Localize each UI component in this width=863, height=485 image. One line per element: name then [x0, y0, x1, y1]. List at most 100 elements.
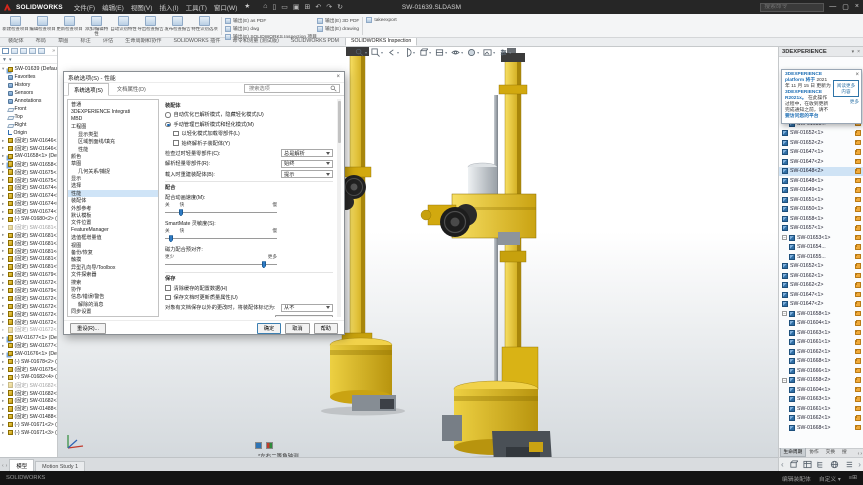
component-row[interactable]: SW-01663<1> [779, 328, 863, 338]
expand-icon[interactable]: ▸ [2, 422, 6, 428]
slider-track[interactable] [165, 208, 277, 217]
menu-item[interactable]: 视图(V) [131, 2, 153, 12]
quick-access-icon[interactable]: ⌂ [263, 3, 267, 11]
section-view-icon[interactable] [403, 48, 412, 57]
expand-icon[interactable]: ▸ [2, 240, 6, 246]
component-row[interactable]: SW-01648<2> [779, 166, 863, 176]
dialog-scrollbar[interactable] [337, 99, 341, 317]
tree-item[interactable]: Origin [0, 129, 57, 137]
tree-item[interactable]: ▸ (固定) SW-01681<3> [0, 239, 57, 247]
component-row[interactable]: SW-01647<2> [779, 157, 863, 167]
options-category[interactable]: 默认模板 [68, 212, 158, 219]
export-menu-item[interactable]: 输出(E) SOLIDWORKS Inspection 项目 [225, 33, 317, 40]
expand-icon[interactable]: ▾ [2, 66, 6, 72]
options-category[interactable]: 备份/恢复 [68, 249, 158, 256]
tree-item[interactable]: ▸ (固定) SW-01679<14> [0, 287, 57, 295]
tree-item[interactable]: ▸ SW-01658<1> (Defa [0, 152, 57, 160]
document-tab[interactable]: Motion Study 1 [35, 461, 86, 471]
tree-item[interactable]: ▸ (固定) SW-01658<2> [0, 160, 57, 168]
component-row[interactable]: − SW-01653<1> [779, 233, 863, 243]
checkbox-icon[interactable] [173, 140, 179, 146]
collapse-icon[interactable]: − [782, 311, 787, 317]
filter-funnel-icon[interactable]: ▼ [2, 57, 7, 63]
customize-button[interactable]: 自定义 ▾ [819, 474, 841, 483]
dropdown-select[interactable]: 从不 [281, 303, 333, 312]
tree-item[interactable]: Right [0, 121, 57, 129]
component-row[interactable]: SW-01668<1> [779, 423, 863, 433]
zoom-fit-icon[interactable] [355, 48, 364, 57]
expand-icon[interactable]: ▸ [2, 319, 6, 325]
component-row[interactable]: SW-01652<1> [779, 262, 863, 272]
graphics-viewport[interactable]: ▾ ▾ ▾ ▾ ▾ ▾ ▾ ▾ ▾ ▾ *左右二等角轴测 系统选项(S) - 性能 × 系统选项(… [58, 47, 778, 457]
notice-close-icon[interactable]: × [855, 72, 859, 78]
radio-icon[interactable] [165, 121, 171, 128]
tree-item[interactable]: ▸ (固定) SW-01682<5> (Default) [0, 389, 57, 397]
slider-thumb[interactable] [178, 209, 184, 217]
component-row[interactable]: SW-01655... [779, 252, 863, 262]
expand-icon[interactable]: ▸ [2, 359, 6, 365]
quick-access-icon[interactable]: ↶ [315, 3, 321, 11]
tree-item[interactable]: Sensors [0, 89, 57, 97]
checkbox-option[interactable]: 始终解析子装配体(Y) [165, 140, 333, 147]
help-button[interactable]: 帮助 [313, 323, 338, 334]
component-row[interactable]: SW-01661<1> [779, 404, 863, 414]
options-category[interactable]: MBD [68, 116, 158, 123]
tree-item[interactable]: ▸ (固定) SW-01675<2> (Default) [0, 365, 57, 373]
options-category[interactable]: 几何关系/捕捉 [68, 168, 158, 175]
expand-icon[interactable]: ▸ [2, 280, 6, 286]
expand-icon[interactable]: ▸ [2, 390, 6, 396]
display-style-icon[interactable] [435, 48, 444, 57]
options-search-input[interactable] [247, 84, 328, 93]
component-row[interactable]: SW-01663<1> [779, 395, 863, 405]
options-category[interactable]: 选择 [68, 182, 158, 189]
dropdown-select[interactable]: 总是解析 [281, 149, 333, 158]
tab-dimxpert[interactable] [29, 48, 36, 54]
options-category[interactable]: 工程图 [68, 123, 158, 130]
document-tab[interactable]: 模型 [9, 459, 35, 471]
quick-access-icon[interactable]: ⊞ [305, 3, 311, 11]
panel-more-icon[interactable]: » [52, 48, 55, 54]
expand-icon[interactable]: ▸ [2, 303, 6, 309]
tree-item[interactable]: ▸ (固定) SW-01672<11> [0, 279, 57, 287]
cancel-button[interactable]: 取消 [285, 323, 310, 334]
component-row[interactable]: SW-01648<1> [779, 176, 863, 186]
tab-configurations[interactable] [20, 48, 27, 54]
expand-icon[interactable]: ▸ [2, 138, 6, 144]
expand-icon[interactable]: ▸ [2, 406, 6, 412]
component-row[interactable]: SW-01658<1> [779, 214, 863, 224]
options-category[interactable]: 3DEXPERIENCE Integrati [68, 108, 158, 115]
tree-item[interactable]: ▸ (固定) SW-01682<1> [0, 381, 57, 389]
checkbox-icon[interactable] [165, 285, 171, 291]
expand-icon[interactable]: ▸ [2, 295, 6, 301]
cm-button[interactable]: 编辑检查项目 [29, 15, 56, 37]
tree-item[interactable]: ▸ (固定) SW-01672<16> [0, 326, 57, 334]
options-category[interactable]: 搜索 [68, 278, 158, 286]
slider-thumb[interactable] [168, 235, 174, 243]
chevron-down-icon[interactable]: ▾ [461, 50, 463, 55]
expand-icon[interactable]: ▸ [2, 311, 6, 317]
quick-access-icon[interactable]: ↻ [337, 3, 343, 11]
component-row[interactable]: SW-01650<1> [779, 205, 863, 215]
options-category[interactable]: 文件探索器 [68, 271, 158, 278]
chevron-down-icon[interactable]: ▾ [493, 50, 495, 55]
expand-icon[interactable]: ▸ [2, 366, 6, 372]
quick-access-icon[interactable]: ▣ [293, 3, 300, 11]
dropdown-select[interactable]: 提示 [281, 170, 333, 179]
chevron-down-icon[interactable]: ▾ [365, 50, 367, 55]
cm-button[interactable]: 新建检查项目 [2, 15, 29, 37]
viewport-mini-icon[interactable] [255, 442, 262, 449]
component-row[interactable]: SW-01651<1> [779, 195, 863, 205]
export-menu-item[interactable]: 输出(E) dwg [225, 25, 317, 32]
cm-button[interactable]: 添加/编辑特性 [83, 15, 110, 37]
expand-icon[interactable]: ▸ [2, 343, 6, 349]
tree-item[interactable]: ▸ (-) SW-01680<2> (De [0, 216, 57, 224]
edit-appearance-icon[interactable] [467, 48, 476, 57]
tree-item[interactable]: ▸ (固定) SW-01675<1> [0, 168, 57, 176]
radio-option[interactable]: 手动管理已解析模式和轻化模式(M) [165, 121, 333, 128]
expand-icon[interactable]: ▸ [2, 248, 6, 254]
expand-icon[interactable]: ▸ [2, 177, 6, 183]
tree-root-item[interactable]: ▾ SW-01639 (Default) <Defa [0, 65, 57, 74]
chevron-down-icon[interactable]: ▾ [509, 50, 511, 55]
tree-item[interactable]: History [0, 81, 57, 89]
tree-item[interactable]: ▸ (固定) SW-01674<4> [0, 184, 57, 192]
